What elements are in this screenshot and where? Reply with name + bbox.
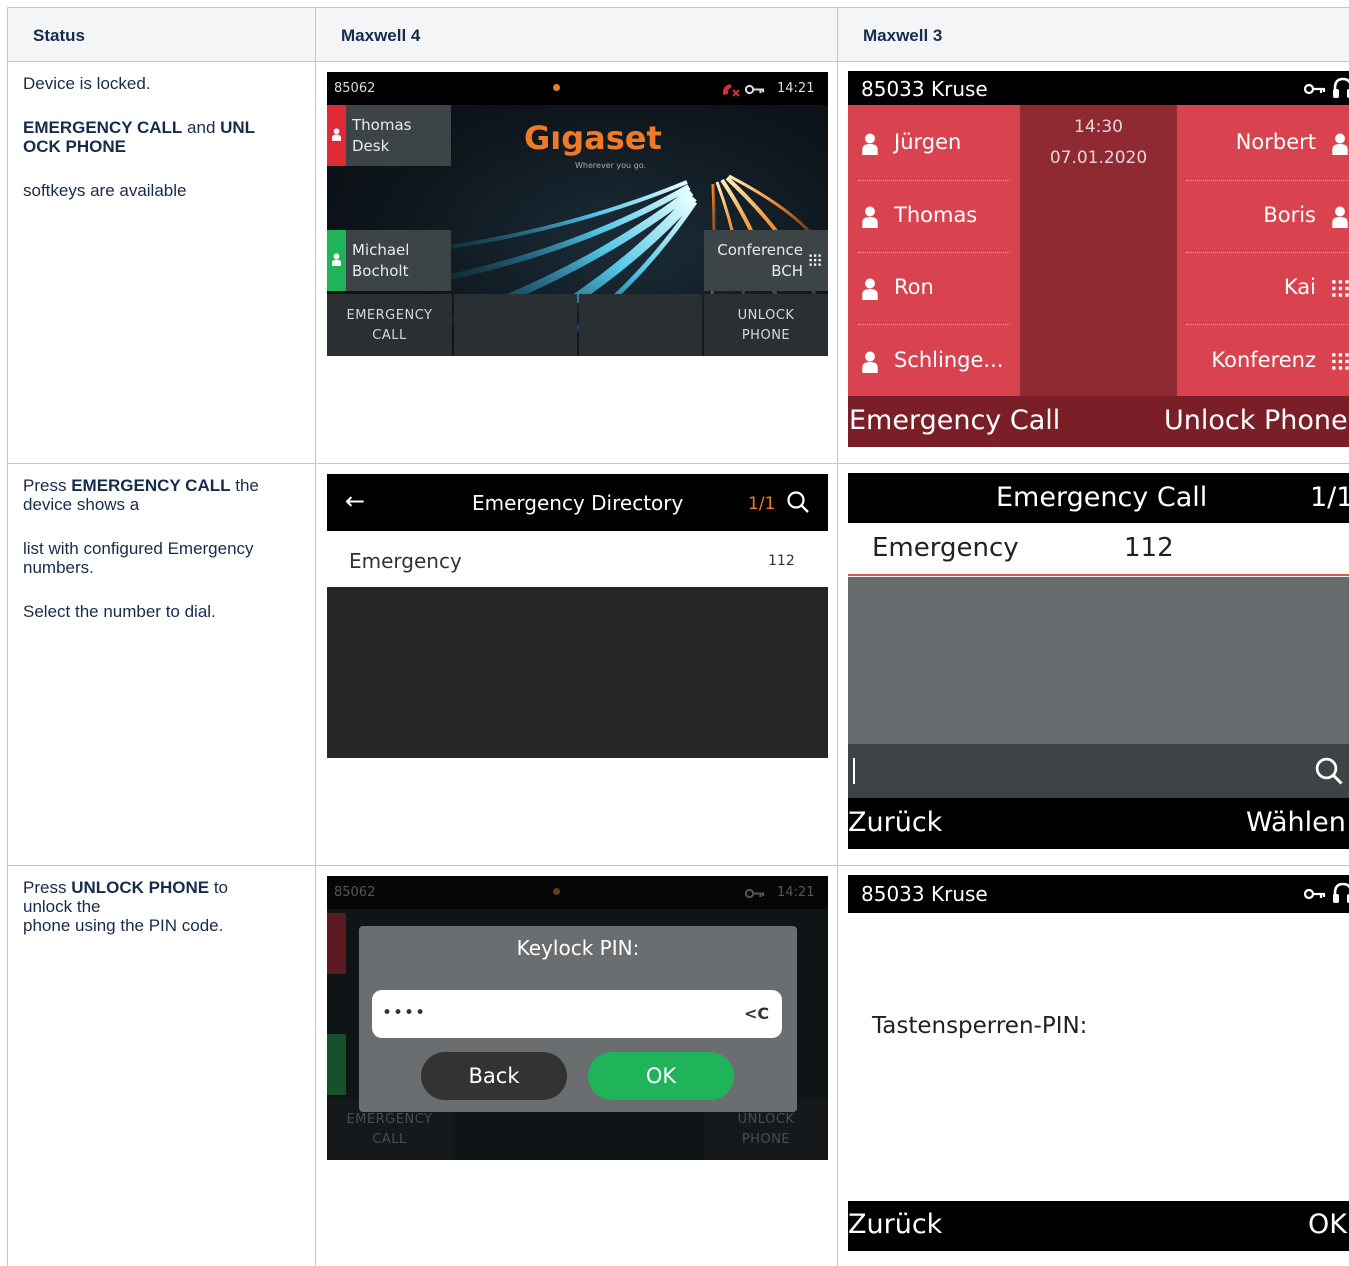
m3-unlock-phone-softkey[interactable]: Unlock Phone: [1164, 405, 1348, 436]
conference-dots-icon: [808, 253, 823, 268]
row2-text1: Press EMERGENCY CALL the device shows a: [23, 476, 259, 514]
row2-maxwell4: ← Emergency Directory 1/1 Emergency 112: [315, 463, 838, 866]
m4-tile-thomas-desk[interactable]: Thomas Desk: [327, 105, 451, 166]
m3-directory-screen: Emergency Call 1/1 Emergency 112 Zurück …: [848, 473, 1349, 849]
notification-dot-icon: [553, 84, 560, 91]
m4-tile-michael-bocholt[interactable]: Michael Bocholt: [327, 230, 451, 291]
key-lock-icon: [1304, 83, 1326, 95]
m3-search-field[interactable]: [848, 744, 1349, 798]
clear-key-icon[interactable]: <C: [744, 1004, 769, 1023]
m4-directory-page: 1/1: [748, 494, 776, 514]
m3-center-panel: 14:30 07.01.2020: [1020, 105, 1177, 396]
keylock-pin-dialog: Keylock PIN: •••• <C Back OK: [359, 926, 797, 1112]
search-icon[interactable]: [786, 490, 810, 514]
header-status: Status: [7, 7, 316, 62]
m3-contact-konferenz[interactable]: Konferenz: [1211, 348, 1349, 372]
m4-emergency-call-softkey[interactable]: EMERGENCY CALL: [327, 294, 452, 356]
gigaset-logo: Gıgaset: [524, 119, 662, 157]
row2-status: Press EMERGENCY CALL the device shows a l…: [7, 463, 316, 866]
pin-ok-button[interactable]: OK: [588, 1052, 734, 1100]
m3-dial-softkey[interactable]: Wählen: [1246, 807, 1346, 838]
m3-pin-title: 85033 Kruse: [861, 882, 988, 906]
m3-directory-header: Emergency Call 1/1: [848, 473, 1349, 523]
m4-softkey-empty-3[interactable]: [579, 294, 702, 356]
header-maxwell-4: Maxwell 4: [315, 7, 838, 62]
m3-contact-jurgen[interactable]: Jürgen: [862, 130, 961, 154]
pin-input[interactable]: •••• <C: [372, 990, 782, 1038]
m4-extension-number: 85062: [334, 81, 376, 96]
m4-directory-entry[interactable]: Emergency 112: [327, 531, 828, 587]
row3-maxwell3: 85033 Kruse Tastensperren-PIN: Zurück OK: [837, 865, 1349, 1266]
m3-clock: 14:30: [1074, 117, 1123, 137]
m3-directory-title: Emergency Call: [996, 482, 1208, 513]
key-lock-icon: [745, 84, 765, 95]
m3-contact-schlinge[interactable]: Schlinge...: [862, 348, 1003, 372]
m4-directory-screen: ← Emergency Directory 1/1 Emergency 112: [327, 474, 828, 758]
m3-status-bar: 85033 Kruse: [848, 71, 1349, 105]
m3-contact-kai[interactable]: Kai: [1284, 275, 1349, 299]
row1-text3: softkeys are available: [23, 181, 187, 200]
m3-contact-boris[interactable]: Boris: [1263, 203, 1348, 227]
m4-clock: 14:21: [777, 81, 815, 96]
gigaset-tagline: Wherever you go.: [575, 161, 647, 170]
m3-softkey-bar: Emergency Call Unlock Phone: [848, 396, 1349, 447]
person-icon: [332, 128, 341, 141]
m3-title: 85033 Kruse: [861, 77, 988, 101]
m3-contact-ron[interactable]: Ron: [862, 275, 934, 299]
m3-emergency-call-softkey[interactable]: Emergency Call: [849, 405, 1060, 436]
m3-pin-softkeys: Zurück OK: [848, 1201, 1349, 1251]
info-table: Status Maxwell 4 Maxwell 3 Device is loc…: [7, 7, 1349, 1266]
row1-maxwell3: 85033 Kruse 14:30 07.01.2020 Jürgen Thom…: [837, 61, 1349, 464]
pin-value: ••••: [382, 1003, 427, 1023]
m3-pin-status-bar: 85033 Kruse: [848, 875, 1349, 913]
m4-tile-conference-bch[interactable]: Conference BCH: [704, 230, 828, 291]
row2-text3: Select the number to dial.: [23, 602, 216, 621]
m3-directory-page: 1/1: [1310, 482, 1349, 513]
m3-contact-norbert[interactable]: Norbert: [1236, 130, 1348, 154]
m3-directory-empty-area: [848, 577, 1349, 744]
conference-dots-icon: [1330, 351, 1349, 373]
notification-dot-icon: [553, 888, 560, 895]
conference-dots-icon: [1330, 278, 1349, 300]
text-cursor: [853, 758, 855, 784]
row3-text1: Press UNLOCK PHONE to unlock the phone usi…: [23, 878, 228, 935]
m3-pin-back-softkey[interactable]: Zurück: [848, 1209, 942, 1240]
search-icon[interactable]: [1314, 756, 1344, 786]
m3-pin-ok-softkey[interactable]: OK: [1308, 1209, 1347, 1240]
row1-text2: EMERGENCY CALL and UNL OCK PHONE: [23, 118, 256, 156]
m4-pin-screen: 85062 14:21 EMERGENCY CALL UNLOCK PHONE Ke…: [327, 876, 828, 1160]
person-icon: [332, 253, 341, 266]
row1-status: Device is locked. EMERGENCY CALL and UNL…: [7, 61, 316, 464]
row3-status: Press UNLOCK PHONE to unlock the phone usi…: [7, 865, 316, 1266]
m3-date: 07.01.2020: [1049, 148, 1148, 168]
row1-text1: Device is locked.: [23, 74, 151, 93]
m3-contact-thomas[interactable]: Thomas: [862, 203, 977, 227]
m3-directory-entry[interactable]: Emergency 112: [848, 523, 1349, 576]
keylock-pin-title: Keylock PIN:: [516, 936, 640, 960]
key-lock-icon: [1304, 888, 1326, 900]
m3-directory-softkeys: Zurück Wählen: [848, 798, 1349, 849]
m3-pin-screen: 85033 Kruse Tastensperren-PIN: Zurück OK: [848, 875, 1349, 1251]
m3-locked-screen: 85033 Kruse 14:30 07.01.2020 Jürgen Thom…: [848, 71, 1349, 447]
m4-status-bar: 85062 14:21: [327, 72, 828, 105]
key-lock-icon: [745, 888, 765, 899]
row2-maxwell3: Emergency Call 1/1 Emergency 112 Zurück …: [837, 463, 1349, 866]
m4-unlock-phone-softkey[interactable]: UNLOCK PHONE: [704, 294, 828, 356]
m4-directory-header: ← Emergency Directory 1/1: [327, 474, 828, 531]
header-maxwell-3: Maxwell 3: [837, 7, 1349, 62]
m4-softkey-empty-2[interactable]: [454, 294, 577, 356]
headset-icon: [1332, 77, 1349, 99]
m4-dimmed-status-bar: 85062 14:21: [327, 876, 828, 909]
row2-text2: list with configured Emergency numbers.: [23, 539, 254, 577]
row1-maxwell4: 85062 14:21 Thomas Desk Gıgaset Wherever…: [315, 61, 838, 464]
m3-back-softkey[interactable]: Zurück: [848, 807, 942, 838]
pin-back-button[interactable]: Back: [421, 1052, 567, 1100]
m3-pin-label: Tastensperren-PIN:: [872, 1013, 1088, 1039]
m4-directory-title: Emergency Directory: [472, 491, 684, 515]
headset-icon: [1332, 882, 1349, 904]
missed-call-icon: [722, 84, 740, 97]
m4-locked-screen: 85062 14:21 Thomas Desk Gıgaset Wherever…: [327, 72, 828, 356]
row3-maxwell4: 85062 14:21 EMERGENCY CALL UNLOCK PHONE Ke…: [315, 865, 838, 1266]
back-arrow-icon[interactable]: ←: [345, 487, 365, 515]
